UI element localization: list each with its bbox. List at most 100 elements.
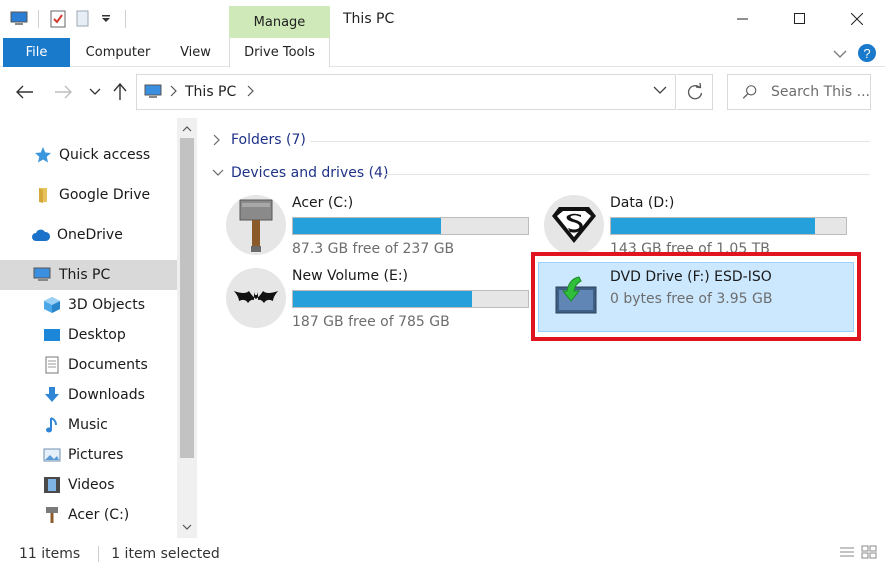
group-header-label: Devices and drives (4) <box>231 165 389 181</box>
drive-name: New Volume (E:) <box>292 268 408 284</box>
sidebar-item-google-drive[interactable]: Google Drive <box>0 180 177 210</box>
sidebar-scrollbar[interactable] <box>177 118 197 538</box>
view-toggle-group <box>839 545 877 563</box>
film-icon <box>42 475 62 495</box>
document-icon <box>42 355 62 375</box>
search-placeholder: Search This ... <box>771 84 870 100</box>
window-controls <box>714 0 885 38</box>
refresh-button[interactable] <box>677 74 713 110</box>
minimize-icon <box>736 18 748 20</box>
drive-name: Acer (C:) <box>292 195 354 211</box>
refresh-icon <box>687 83 702 100</box>
sidebar-item-label: Videos <box>68 477 115 493</box>
sidebar-item-this-pc[interactable]: This PC <box>0 260 177 290</box>
group-divider <box>310 141 870 142</box>
status-item-count: 11 items <box>19 545 81 562</box>
breadcrumb-chevron-icon[interactable] <box>169 85 177 100</box>
search-icon <box>742 85 757 99</box>
minimize-button[interactable] <box>714 0 771 38</box>
sidebar-item-downloads[interactable]: Downloads <box>0 380 177 410</box>
back-button[interactable] <box>14 80 36 104</box>
address-bar[interactable]: This PC <box>136 74 676 110</box>
svg-text:?: ? <box>863 46 870 61</box>
up-button[interactable] <box>109 80 131 104</box>
forward-button[interactable] <box>52 80 74 104</box>
breadcrumb-this-pc[interactable]: This PC <box>185 84 236 100</box>
drive-usage-fill <box>293 218 442 234</box>
sidebar-item-label: 3D Objects <box>68 297 146 313</box>
drive-free-space: 87.3 GB free of 237 GB <box>292 241 455 257</box>
maximize-icon <box>793 13 805 24</box>
sidebar-item-pictures[interactable]: Pictures <box>0 440 177 470</box>
group-header-label: Folders (7) <box>231 132 306 148</box>
batman-logo-icon <box>226 268 286 328</box>
sidebar-item-label: Acer (C:) <box>68 507 130 523</box>
tab-drive-tools[interactable]: Drive Tools <box>229 38 330 67</box>
sidebar-item-label: This PC <box>59 267 111 283</box>
drive-usage-fill <box>611 218 816 234</box>
drive-name: Data (D:) <box>610 195 675 211</box>
close-icon <box>850 13 863 25</box>
status-divider <box>98 545 100 562</box>
sidebar-item-label: Music <box>68 417 108 433</box>
search-box[interactable]: Search This ... <box>727 74 871 110</box>
computer-icon <box>143 82 163 102</box>
chevron-right-icon <box>212 134 224 146</box>
sidebar-item-onedrive[interactable]: OneDrive <box>0 220 177 250</box>
quick-access-toolbar <box>10 10 130 28</box>
drive-usage-bar <box>292 290 529 308</box>
sidebar-item-label: Downloads <box>68 387 145 403</box>
toolbar-divider <box>125 10 126 28</box>
drive-item-acer-c[interactable]: Acer (C:) 87.3 GB free of 237 GB <box>226 195 536 271</box>
desktop-icon <box>42 325 62 345</box>
close-button[interactable] <box>828 0 885 38</box>
tab-computer[interactable]: Computer <box>80 38 156 67</box>
chevron-down-icon <box>89 88 101 95</box>
group-header-folders[interactable]: Folders (7) <box>212 132 306 148</box>
sidebar-item-label: Pictures <box>68 447 124 463</box>
drive-item-dvd-f[interactable]: DVD Drive (F:) ESD-ISO 0 bytes free of 3… <box>538 262 854 332</box>
drive-item-new-volume-e[interactable]: New Volume (E:) 187 GB free of 785 GB <box>226 268 536 344</box>
group-divider <box>384 174 870 175</box>
new-folder-icon[interactable] <box>73 10 91 28</box>
properties-icon[interactable] <box>49 10 67 28</box>
title-bar: Manage This PC <box>0 0 885 38</box>
sidebar-item-quick-access[interactable]: Quick access <box>0 140 177 170</box>
sidebar-item-videos[interactable]: Videos <box>0 470 177 500</box>
breadcrumb-chevron-icon[interactable] <box>246 85 255 100</box>
navigation-bar: This PC Search This ... <box>0 68 885 116</box>
music-note-icon <box>42 415 62 435</box>
address-history-chevron-icon[interactable] <box>653 83 667 99</box>
scroll-down-icon[interactable] <box>177 518 197 536</box>
sidebar-item-label: Desktop <box>68 327 126 343</box>
sidebar-item-desktop[interactable]: Desktop <box>0 320 177 350</box>
ribbon-right-controls: ? <box>833 43 877 67</box>
dvd-install-icon <box>555 276 597 314</box>
sidebar-item-music[interactable]: Music <box>0 410 177 440</box>
details-view-icon[interactable] <box>839 545 855 563</box>
star-icon <box>33 145 53 165</box>
help-icon[interactable]: ? <box>857 43 877 67</box>
status-bar: 11 items 1 item selected <box>0 538 885 569</box>
content-pane: Folders (7) Devices and drives (4) Acer … <box>198 118 883 538</box>
toolbar-divider <box>38 10 39 28</box>
customize-dropdown-icon[interactable] <box>97 10 115 28</box>
scrollbar-thumb[interactable] <box>180 138 194 458</box>
group-header-devices[interactable]: Devices and drives (4) <box>212 165 388 181</box>
sidebar-item-3d-objects[interactable]: 3D Objects <box>0 290 177 320</box>
manage-context-tab: Manage <box>229 6 330 38</box>
drive-item-data-d[interactable]: Data (D:) 143 GB free of 1.05 TB <box>544 195 854 271</box>
computer-icon[interactable] <box>10 10 28 28</box>
drive-name: DVD Drive (F:) ESD-ISO <box>610 269 772 285</box>
sidebar-item-documents[interactable]: Documents <box>0 350 177 380</box>
computer-icon <box>33 265 53 285</box>
maximize-button[interactable] <box>771 0 828 38</box>
tab-view[interactable]: View <box>174 38 217 67</box>
large-icons-view-icon[interactable] <box>861 545 877 563</box>
sidebar-item-acer-c[interactable]: Acer (C:) <box>0 500 177 530</box>
recent-locations-button[interactable] <box>84 80 106 104</box>
superman-logo-icon <box>544 195 604 255</box>
expand-ribbon-chevron-icon[interactable] <box>833 47 847 63</box>
scroll-up-icon[interactable] <box>177 120 197 138</box>
tab-file[interactable]: File <box>3 38 70 67</box>
